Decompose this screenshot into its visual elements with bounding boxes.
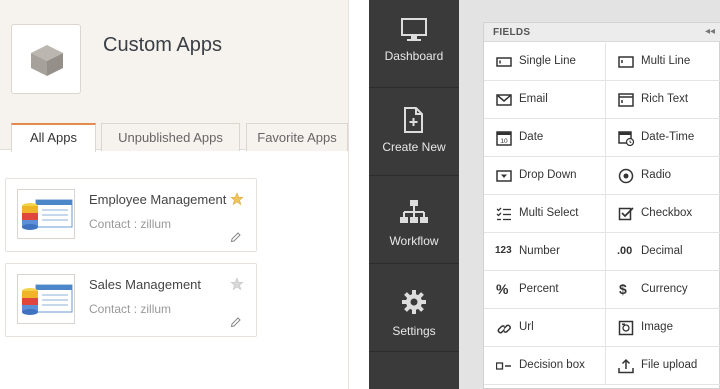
- field-rich-text[interactable]: Rich Text: [606, 81, 720, 119]
- tab-favorite-apps[interactable]: Favorite Apps: [246, 123, 348, 151]
- database-form-icon: [22, 284, 73, 315]
- single-line-icon: [496, 57, 512, 67]
- currency-icon: $: [619, 281, 627, 297]
- rich-text-icon: [618, 93, 634, 107]
- checkbox-icon: [618, 207, 634, 221]
- sidebar-item-settings[interactable]: Settings: [369, 264, 459, 352]
- number-icon: 123: [495, 245, 512, 256]
- field-multi-line[interactable]: Multi Line: [606, 43, 720, 81]
- field-decimal[interactable]: .00 Decimal: [606, 233, 720, 271]
- field-label: Rich Text: [641, 93, 689, 105]
- sidebar-label: Workflow: [389, 234, 439, 248]
- field-radio[interactable]: Radio: [606, 157, 720, 195]
- field-label: Multi Select: [519, 207, 579, 219]
- new-file-icon: [404, 107, 423, 133]
- date-icon-text: 10: [500, 138, 508, 145]
- app-name[interactable]: Sales Management: [89, 277, 201, 292]
- date-icon: 10: [496, 131, 512, 146]
- field-number[interactable]: 123 Number: [484, 233, 606, 271]
- sidebar-label: Settings: [392, 324, 436, 338]
- app-contact: Contact : zillum: [89, 217, 172, 231]
- dropdown-icon: [496, 170, 512, 182]
- field-file-upload[interactable]: File upload: [606, 347, 720, 385]
- database-form-icon: [22, 199, 73, 230]
- field-label: Decimal: [641, 245, 683, 257]
- app-name[interactable]: Employee Management: [89, 192, 226, 207]
- field-multi-select[interactable]: Multi Select: [484, 195, 606, 233]
- sidebar-item-dashboard[interactable]: Dashboard: [369, 0, 459, 88]
- fields-title: FIELDS: [493, 27, 531, 38]
- fields-panel: FIELDS ◂◂ Single Line Multi Line Email R…: [483, 22, 720, 389]
- multi-select-icon: [496, 207, 511, 221]
- fields-panel-header: FIELDS ◂◂: [484, 23, 720, 42]
- edit-pencil-icon[interactable]: [230, 316, 242, 328]
- field-date[interactable]: 10 Date: [484, 119, 606, 157]
- workflow-icon: [400, 200, 428, 223]
- field-label: Multi Line: [641, 55, 691, 67]
- decimal-icon: .00: [617, 245, 633, 257]
- collapse-icon[interactable]: ◂◂: [705, 26, 715, 37]
- multi-line-icon: [618, 56, 634, 68]
- field-label: Date: [519, 131, 544, 143]
- field-label: File upload: [641, 359, 698, 371]
- field-label: Radio: [641, 169, 672, 181]
- link-icon: [497, 324, 511, 334]
- app-contact: Contact : zillum: [89, 302, 172, 316]
- page-title: Custom Apps: [103, 34, 222, 56]
- field-label: Url: [519, 321, 534, 333]
- field-single-line[interactable]: Single Line: [484, 43, 606, 81]
- field-label: Drop Down: [519, 169, 577, 181]
- date-time-icon: [618, 131, 634, 146]
- field-drop-down[interactable]: Drop Down: [484, 157, 606, 195]
- app-thumbnail: [17, 274, 75, 324]
- field-label: Currency: [641, 283, 688, 295]
- field-label: Decision box: [519, 359, 585, 371]
- app-card-sales-management[interactable]: Sales Management Contact : zillum: [5, 263, 257, 337]
- app-root: Custom Apps All Apps Unpublished Apps Fa…: [0, 0, 720, 389]
- image-icon: [618, 320, 634, 336]
- tab-all-apps[interactable]: All Apps: [11, 123, 96, 152]
- tab-unpublished-apps[interactable]: Unpublished Apps: [101, 123, 240, 151]
- sidebar-label: Dashboard: [384, 49, 444, 63]
- sidebar-item-create-new[interactable]: Create New: [369, 88, 459, 176]
- field-percent[interactable]: % Percent: [484, 271, 606, 309]
- panel-divider: [348, 0, 369, 389]
- custom-apps-panel: Custom Apps All Apps Unpublished Apps Fa…: [0, 0, 348, 389]
- field-label: Checkbox: [641, 207, 693, 219]
- upload-icon: [618, 358, 634, 374]
- app-logo: [11, 24, 81, 94]
- main-sidebar: Dashboard Create New Workflow Settings: [369, 0, 459, 389]
- field-label: Date-Time: [641, 131, 695, 143]
- star-filled-icon[interactable]: [230, 192, 244, 206]
- field-email[interactable]: Email: [484, 81, 606, 119]
- percent-icon: %: [496, 281, 509, 297]
- field-image[interactable]: Image: [606, 309, 720, 347]
- field-url[interactable]: Url: [484, 309, 606, 347]
- star-outline-icon[interactable]: [230, 277, 244, 291]
- sidebar-label: Create New: [382, 140, 446, 154]
- field-currency[interactable]: $ Currency: [606, 271, 720, 309]
- edit-pencil-icon[interactable]: [230, 231, 242, 243]
- field-label: Email: [519, 93, 548, 105]
- app-thumbnail: [17, 189, 75, 239]
- field-checkbox[interactable]: Checkbox: [606, 195, 720, 233]
- email-icon: [496, 94, 512, 106]
- field-date-time[interactable]: Date-Time: [606, 119, 720, 157]
- decision-box-icon: [496, 362, 511, 370]
- field-label: Percent: [519, 283, 559, 295]
- field-label: Single Line: [519, 55, 576, 67]
- app-card-employee-management[interactable]: Employee Management Contact : zillum: [5, 178, 257, 252]
- gear-icon: [402, 290, 426, 314]
- field-label: Image: [641, 321, 673, 333]
- field-decision-box[interactable]: Decision box: [484, 347, 606, 385]
- cube-icon: [31, 45, 63, 76]
- radio-icon: [618, 168, 634, 184]
- sidebar-item-workflow[interactable]: Workflow: [369, 176, 459, 264]
- monitor-icon: [401, 18, 427, 41]
- field-label: Number: [519, 245, 560, 257]
